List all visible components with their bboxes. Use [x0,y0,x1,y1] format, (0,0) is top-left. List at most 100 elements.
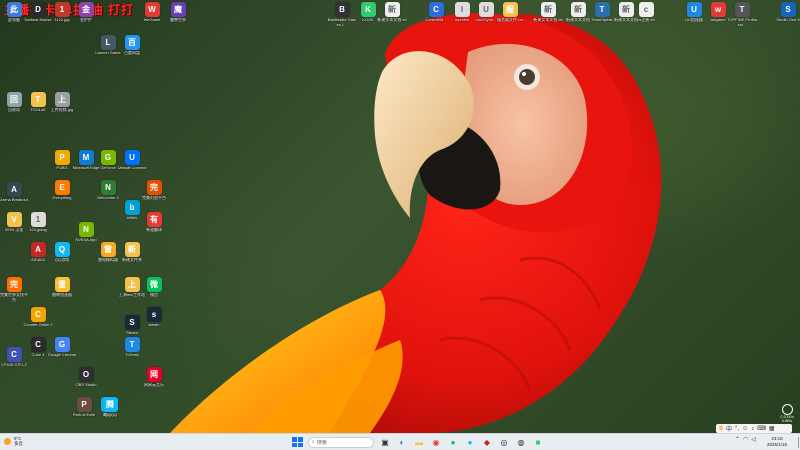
teamspeak-icon: T [594,2,610,17]
qq-icon[interactable]: ● [464,436,476,448]
desktop-shortcut[interactable]: U UU加速器 [682,2,706,32]
desktop-shortcut[interactable]: 此此电脑 [2,2,26,32]
desktop-shortcut[interactable]: b bilibili [120,200,144,230]
desktop-shortcut-label: 魔兽世界 [170,18,186,22]
desktop-shortcut[interactable]: I Inputbin [450,2,474,32]
obs-icon[interactable]: ◍ [515,436,527,448]
emoji-icon[interactable]: ☺ [742,426,748,432]
skin-icon[interactable]: ▦ [769,425,775,432]
desktop-shortcut[interactable]: Q QQ游戏 [50,242,74,272]
desktop-shortcut[interactable]: P Path of Exile [72,397,96,427]
desktop-shortcut[interactable]: C CPUID CPU-Z [1,347,27,377]
wifi-icon[interactable]: ◠ [743,436,748,443]
desktop-shortcut[interactable]: 服服务器文件.rar [497,2,523,32]
qq-icon: Q [54,242,70,257]
desktop-shortcut[interactable]: A Arena Breakout [0,182,28,212]
desktop-shortcut[interactable]: C Counter-Strike 2 [23,307,53,337]
desktop-shortcut-label: 新建文本文档.txt [377,18,407,22]
game-icon[interactable]: ◆ [481,436,493,448]
search-icon: ⌕ [312,439,315,445]
desktop-shortcut[interactable]: 微微信 [142,277,166,307]
start-button[interactable] [291,436,303,448]
desktop-shortcut[interactable]: T ToDesk [120,337,144,367]
desktop-shortcut[interactable]: U Ubisoft Connect [117,150,147,180]
desktop-shortcut[interactable]: D Darkest Mouse [25,2,51,32]
desktop-shortcut[interactable]: 新新建文本文档.txt [533,2,563,32]
desktop-shortcut[interactable]: 魔魔兽世界 [166,2,190,32]
desktop-shortcut-label: 完美世界竞技平台 [0,293,28,302]
wegame-icon: w [710,2,726,17]
desktop-shortcut[interactable]: B Battlestate Games L... [328,2,356,32]
wechat-icon[interactable]: ● [447,436,459,448]
desktop-shortcut-label: 网易云音乐 [144,383,164,387]
desktop-shortcut[interactable]: O OBS Studio [74,367,98,397]
desktop-shortcut[interactable]: 上上海mix工作站 [119,277,145,307]
desktop-shortcut[interactable]: 百百度网盘 [120,35,144,65]
desktop-shortcut[interactable]: 完完美世界竞技平台 [0,277,28,307]
desktop-shortcut[interactable]: N NVIDIA App [74,222,98,252]
tray-chevron-icon[interactable]: ⌃ [735,436,740,443]
desktop-shortcut[interactable]: L Launch Game [95,35,121,65]
desktop-shortcut-label: CPUID CPU-Z [1,363,27,367]
desktop-shortcut[interactable]: 金金铲铲 [74,2,98,32]
desktop-shortcut[interactable]: 有有道翻译 [142,212,166,242]
desktop-shortcut[interactable]: 网网易云音乐 [142,367,166,397]
speed-ring-icon [781,404,793,415]
desktop-shortcut[interactable]: 新新建文本文档.txt [377,2,407,32]
network-speed-widget[interactable]: C:0.1K/s 0.5K/s [777,404,797,426]
edge-icon[interactable]: ◐ [396,436,408,448]
desktop-shortcut[interactable]: 雷雷电模拟器 [96,242,120,272]
desktop-shortcut[interactable]: S Studio One 6 [776,2,800,32]
kook-icon[interactable]: ■ [532,436,544,448]
game-icon: P [76,397,92,412]
desktop-shortcut[interactable]: s steam [142,307,166,337]
weather-widget[interactable]: 9°C 多云 [4,436,23,446]
desktop-shortcut-label: Ubisoft Connect [117,166,147,170]
desktop-shortcut[interactable]: W WeGame [140,2,164,32]
show-desktop-button[interactable] [798,437,799,448]
desktop-shortcut[interactable]: 腾腾讯QQ [98,397,122,427]
desktop-shortcut[interactable]: V VEIN 汉化 [2,212,26,242]
aida-icon: A [30,242,46,257]
desktop-shortcut[interactable]: M Microsoft Edge [73,150,99,180]
task-view-icon[interactable]: ▣ [379,436,391,448]
desktop-shortcut[interactable]: 雷雷神加速器 [50,277,74,307]
keyboard-icon[interactable]: ⌨ [757,425,766,432]
desktop-shortcut[interactable]: 1 123.jpdog [26,212,50,242]
ime-mode-label[interactable]: 中 [726,424,732,433]
desktop-shortcut[interactable]: K KOOK [356,2,380,32]
desktop-shortcut[interactable]: P PUBG [50,150,74,180]
desktop-shortcut[interactable]: U UserSyne... [474,2,498,32]
ime-toolbar[interactable]: S 中 °, ☺ ♪ ⌨ ▦ [716,424,792,433]
file-explorer-icon[interactable]: ▬ [413,436,425,448]
desktop-shortcut[interactable]: w wegame [706,2,730,32]
desktop-shortcut[interactable]: 回回收站 [2,92,26,122]
taskbar-search[interactable]: ⌕ 搜索 [308,436,374,448]
chrome-icon[interactable]: ◉ [430,436,442,448]
volume-icon[interactable]: ◁ [751,436,756,443]
desktop-shortcut[interactable]: 新新建文件夹 [120,242,144,272]
punctuation-icon[interactable]: °, [735,426,739,432]
desktop-shortcut[interactable]: C ConsoleM... [424,2,448,32]
search-placeholder: 搜索 [316,439,327,446]
desktop-shortcut[interactable]: G GeForce [96,150,120,180]
desktop-shortcut[interactable]: E Everything [50,180,74,210]
recycle-bin-icon: 回 [6,92,22,107]
desktop-shortcut[interactable]: c cs注册.txt [634,2,658,32]
taskbar-clock[interactable]: 23:18 2025/1/16 [767,436,787,447]
desktop-shortcut[interactable]: G Google Chrome [48,337,76,367]
steam-icon[interactable]: ◎ [498,436,510,448]
desktop-shortcut[interactable]: C Cube 4 [26,337,50,367]
folder-icon: 服 [502,2,518,17]
desktop-shortcut[interactable]: 上上传视频.jpg [50,92,74,122]
desktop-shortcut[interactable]: T TeamSpeak [590,2,614,32]
desktop-shortcut[interactable]: N NetLimiter 4 [96,180,120,210]
microphone-icon[interactable]: ♪ [751,426,754,432]
desktop-shortcut[interactable]: T TOPFINE Professio... [727,2,757,32]
desktop-shortcut[interactable]: 完完美对战平台 [142,180,166,210]
desktop-shortcut[interactable]: A AIDA64 [26,242,50,272]
desktop-shortcut[interactable]: T TOOLsE [26,92,50,122]
desktop-shortcut[interactable]: 1 1122.jpg [50,2,74,32]
desktop-shortcut[interactable]: 新新建文本文档 [566,2,590,32]
steam-icon: s [146,307,162,322]
